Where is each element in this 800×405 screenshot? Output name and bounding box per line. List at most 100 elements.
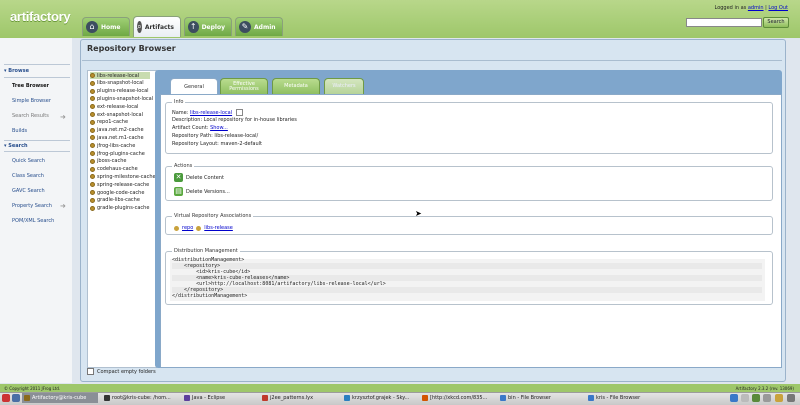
nav-item-builds[interactable]: Builds xyxy=(12,128,27,134)
tray-icon[interactable] xyxy=(741,394,749,402)
quick-search-input[interactable] xyxy=(686,18,762,27)
taskbar-button-label: kris - File Browser xyxy=(596,395,641,401)
taskbar-button-label: Java - Eclipse xyxy=(192,395,226,401)
tray-icon[interactable] xyxy=(775,394,783,402)
tab-artifacts[interactable]: ⌕ Artifacts xyxy=(133,16,181,37)
tree-item-label: jfrog-plugins-cache xyxy=(97,150,145,157)
taskbar-button[interactable]: bin - File Browser xyxy=(498,393,582,403)
taskbar-button[interactable]: kris - File Browser xyxy=(586,393,670,403)
virtual-repo-link-libs-release[interactable]: libs-release xyxy=(204,225,233,231)
tab-general[interactable]: General xyxy=(170,78,218,95)
nav-header-search[interactable]: ▾ Search xyxy=(4,143,28,149)
repository-icon xyxy=(90,166,95,172)
tree-item[interactable]: jfrog-libs-cache xyxy=(90,142,135,149)
delete-versions-button[interactable]: ▤ Delete Versions... xyxy=(174,187,230,196)
taskbar-app-icon xyxy=(422,395,428,401)
tree-item[interactable]: plugins-snapshot-local xyxy=(90,95,153,102)
tab-admin-label: Admin xyxy=(254,23,276,31)
taskbar-app-icon xyxy=(344,395,350,401)
tree-item[interactable]: spring-milestone-cache xyxy=(90,173,156,180)
tab-effective-permissions[interactable]: Effective Permissions xyxy=(220,78,268,94)
search-button[interactable]: Search xyxy=(763,17,789,28)
tree-item[interactable]: spring-release-cache xyxy=(90,181,149,188)
name-value-link[interactable]: libs-release-local xyxy=(190,110,232,116)
repository-icon xyxy=(90,205,95,211)
taskbar-app-icon xyxy=(500,395,506,401)
nav-item-gavc-search[interactable]: GAVC Search xyxy=(12,188,45,194)
repository-icon xyxy=(90,112,95,117)
taskbar-button[interactable]: Artifactory@kris-cube xyxy=(22,393,98,403)
wrench-icon: ✎ xyxy=(239,21,251,33)
version-text: Artifactory 2.3.2 (rev. 13069) xyxy=(735,386,794,391)
tree-item[interactable]: gradle-plugins-cache xyxy=(90,205,149,212)
taskbar-button[interactable]: Java - Eclipse xyxy=(182,393,256,403)
repository-icon xyxy=(90,80,95,86)
nav-item-quick-search[interactable]: Quick Search xyxy=(12,158,45,164)
virtual-repo-link-repo[interactable]: repo xyxy=(182,225,193,231)
tree-item[interactable]: ext-snapshot-local xyxy=(90,111,143,118)
artifactory-logo[interactable]: artifactory xyxy=(10,9,71,24)
nav-item-simple-browser[interactable]: Simple Browser xyxy=(12,98,51,104)
copy-icon[interactable] xyxy=(235,109,243,116)
tree-item-label: java.net.m2-cache xyxy=(97,127,144,134)
virtual-repository-section: Virtual Repository Associations repo lib… xyxy=(165,213,773,235)
tree-item-label: ext-snapshot-local xyxy=(97,111,143,118)
nav-item-class-search[interactable]: Class Search xyxy=(12,173,44,179)
tree-item[interactable]: libs-release-local xyxy=(90,72,150,79)
tree-item[interactable]: libs-snapshot-local xyxy=(90,80,144,87)
footer-bar xyxy=(0,384,800,392)
xml-line: </distributionManagement> xyxy=(172,293,248,299)
logout-link[interactable]: Log Out xyxy=(768,5,788,11)
delete-content-label: Delete Content xyxy=(186,174,224,181)
repository-icon xyxy=(90,96,95,102)
nav-item-property-search[interactable]: Property Search xyxy=(12,203,52,209)
tab-admin[interactable]: ✎ Admin xyxy=(235,17,283,36)
repository-icon xyxy=(90,104,95,110)
tab-watchers[interactable]: Watchers xyxy=(324,78,364,94)
taskbar-app-icon xyxy=(262,395,268,401)
tree-item[interactable]: ext-release-local xyxy=(90,103,138,110)
tree-item[interactable]: plugins-release-local xyxy=(90,88,149,95)
repository-icon xyxy=(90,143,95,149)
tray-icon[interactable] xyxy=(787,394,795,402)
tab-home[interactable]: ⌂ Home xyxy=(82,17,130,36)
nav-item-tree-browser[interactable]: Tree Browser xyxy=(12,83,49,89)
compact-folders-checkbox[interactable] xyxy=(87,368,94,375)
tray-icon[interactable] xyxy=(730,394,738,402)
nav-header-browse[interactable]: ▾ Browse xyxy=(4,68,29,74)
delete-icon: ✕ xyxy=(174,173,183,182)
tab-metadata[interactable]: Metadata xyxy=(272,78,320,94)
tree-item[interactable]: jboss-cache xyxy=(90,158,126,165)
username-link[interactable]: admin xyxy=(748,5,764,11)
info-legend: Info xyxy=(172,99,186,105)
taskbar-button[interactable]: root@kris-cube: /hom... xyxy=(102,393,178,403)
taskbar-button[interactable]: [http://xkcd.com/835... xyxy=(420,393,494,403)
tab-deploy[interactable]: ↑ Deploy xyxy=(184,17,232,36)
launcher-icon[interactable] xyxy=(12,394,20,402)
nav-item-pom-xml-search[interactable]: POM/XML Search xyxy=(12,218,54,224)
tab-home-label: Home xyxy=(101,23,121,31)
tree-item[interactable]: gradle-libs-cache xyxy=(90,197,140,204)
name-label: Name: xyxy=(172,110,189,116)
info-repository-path: Repository Path: libs-release-local/ xyxy=(172,133,259,139)
delete-content-button[interactable]: ✕ Delete Content xyxy=(174,173,224,182)
nav-item-search-results[interactable]: Search Results xyxy=(12,113,49,119)
tree-item[interactable]: repo1-cache xyxy=(90,119,128,126)
tree-item[interactable]: google-code-cache xyxy=(90,189,144,196)
tray-icon[interactable] xyxy=(752,394,760,402)
tray-icon[interactable] xyxy=(763,394,771,402)
tree-item[interactable]: java.net.m1-cache xyxy=(90,134,144,141)
taskbar-button[interactable]: j2ee_patterns.lyx xyxy=(260,393,338,403)
taskbar-app-icon xyxy=(104,395,110,401)
repository-icon xyxy=(90,127,95,133)
actions-section: Actions ✕ Delete Content ▤ Delete Versio… xyxy=(165,163,773,201)
left-navigation: ▾ Browse Tree Browser Simple Browser Sea… xyxy=(0,38,72,383)
taskbar-button[interactable]: krzysztof.grajek - Sky... xyxy=(342,393,416,403)
virtual-repo-list: repo libs-release xyxy=(174,225,233,231)
tree-item[interactable]: codehaus-cache xyxy=(90,166,138,173)
artifact-count-show-link[interactable]: Show... xyxy=(210,125,228,131)
tree-item[interactable]: jfrog-plugins-cache xyxy=(90,150,145,157)
tree-item[interactable]: java.net.m2-cache xyxy=(90,127,144,134)
compact-folders-option[interactable]: Compact empty folders xyxy=(87,368,156,375)
app-menu-icon[interactable] xyxy=(2,394,10,402)
